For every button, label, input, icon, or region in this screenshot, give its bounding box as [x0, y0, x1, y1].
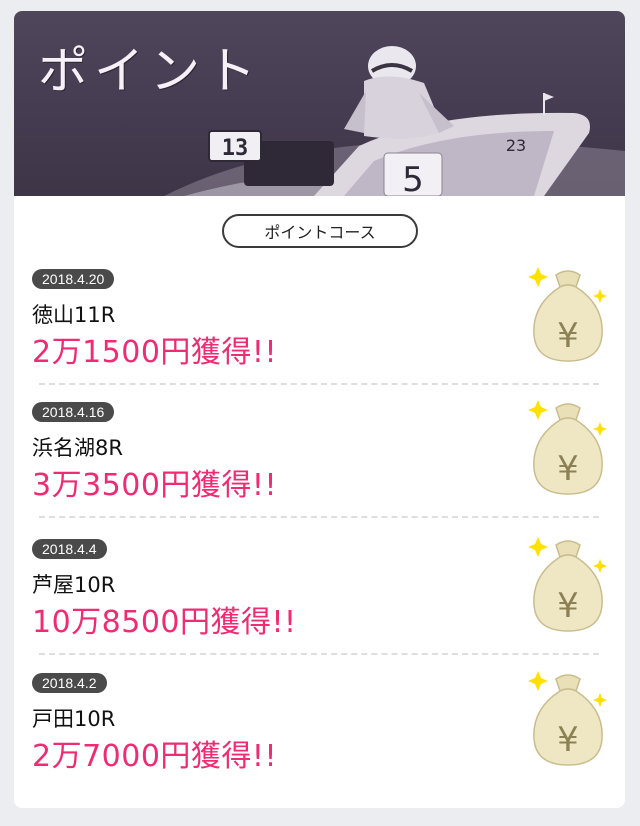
- winnings-amount: 3万3500円獲得!!: [32, 468, 277, 503]
- points-banner: 13 5 23 ポイント: [14, 11, 625, 196]
- winnings-amount: 2万1500円獲得!!: [32, 335, 277, 370]
- svg-text:¥: ¥: [557, 449, 579, 489]
- divider: [39, 653, 599, 655]
- race-name: 戸田10R: [32, 707, 116, 731]
- list-item: 2018.4.20 徳山11R 2万1500円獲得!! ¥: [14, 267, 625, 401]
- date-badge: 2018.4.20: [32, 269, 115, 289]
- points-card: 13 5 23 ポイント ポイントコース 2018.4.20 徳山11R 2万1…: [14, 11, 625, 808]
- kart-number-5: 5: [402, 160, 424, 196]
- date-badge: 2018.4.4: [32, 539, 107, 559]
- divider: [39, 383, 599, 385]
- svg-text:¥: ¥: [557, 720, 579, 760]
- winnings-amount: 2万7000円獲得!!: [32, 739, 277, 774]
- date-badge: 2018.4.2: [32, 673, 107, 693]
- money-bag-yen-icon: ¥: [528, 400, 607, 495]
- course-label: ポイントコース: [222, 214, 418, 248]
- race-name: 浜名湖8R: [32, 436, 123, 460]
- money-bag-yen-icon: ¥: [528, 671, 607, 766]
- list-item: 2018.4.2 戸田10R 2万7000円獲得!! ¥: [14, 671, 625, 805]
- banner-title: ポイント: [38, 42, 262, 100]
- date-badge: 2018.4.16: [32, 402, 115, 422]
- divider: [39, 516, 599, 518]
- kart-number-13: 13: [222, 136, 249, 161]
- race-name: 芦屋10R: [32, 573, 116, 597]
- svg-text:¥: ¥: [557, 586, 579, 626]
- list-item: 2018.4.4 芦屋10R 10万8500円獲得!! ¥: [14, 537, 625, 671]
- race-name: 徳山11R: [32, 303, 116, 327]
- svg-text:¥: ¥: [557, 316, 579, 356]
- kart-number-23: 23: [506, 136, 526, 155]
- winnings-amount: 10万8500円獲得!!: [32, 605, 297, 640]
- money-bag-yen-icon: ¥: [528, 267, 607, 362]
- list-item: 2018.4.16 浜名湖8R 3万3500円獲得!! ¥: [14, 400, 625, 534]
- money-bag-yen-icon: ¥: [528, 537, 607, 632]
